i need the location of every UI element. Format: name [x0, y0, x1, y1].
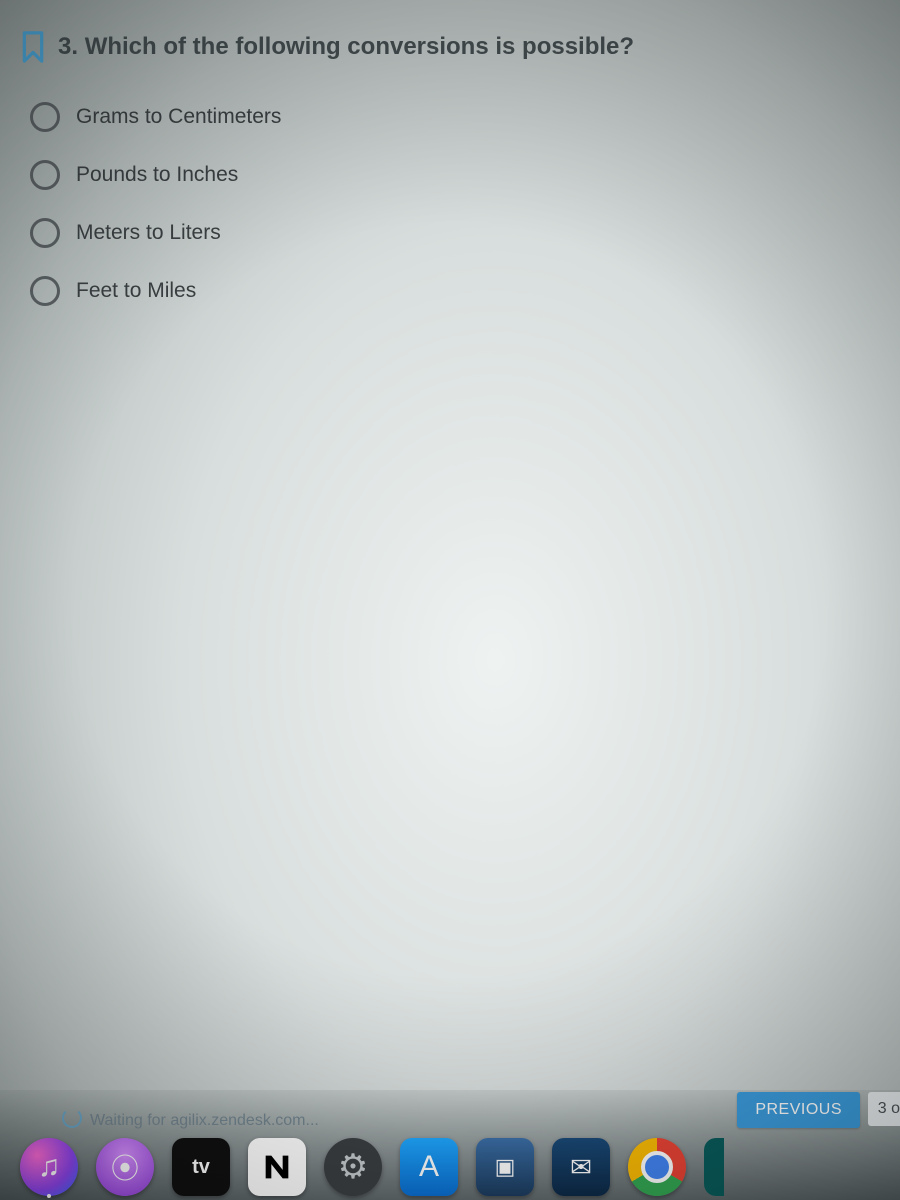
dock-item-chrome[interactable]	[628, 1138, 686, 1196]
dock-item-mail[interactable]: ✉	[552, 1138, 610, 1196]
clipped-app-icon	[704, 1138, 724, 1196]
gear-icon: ⚙	[324, 1138, 382, 1196]
radio-icon[interactable]	[30, 160, 60, 190]
question-body: Which of the following conversions is po…	[85, 33, 634, 60]
dock-item-notion[interactable]	[248, 1138, 306, 1196]
option-label: Pounds to Inches	[76, 163, 238, 187]
chrome-icon	[628, 1138, 686, 1196]
podcasts-icon: ⦿	[96, 1138, 154, 1196]
option-label: Grams to Centimeters	[76, 105, 281, 129]
option-label: Feet to Miles	[76, 279, 196, 303]
dock-item-itunes[interactable]: ♫	[20, 1138, 78, 1196]
option-3[interactable]: Feet to Miles	[30, 276, 900, 306]
question-row: 3. Which of the following conversions is…	[20, 30, 900, 64]
question-number: 3.	[58, 33, 78, 60]
mail-icon: ✉	[552, 1138, 610, 1196]
radio-icon[interactable]	[30, 218, 60, 248]
option-2[interactable]: Meters to Liters	[30, 218, 900, 248]
notion-icon	[248, 1138, 306, 1196]
appstore-icon: A	[400, 1138, 458, 1196]
radio-icon[interactable]	[30, 276, 60, 306]
appletv-label: tv	[192, 1156, 210, 1179]
quiz-content: 3. Which of the following conversions is…	[20, 30, 900, 306]
dock-item-appletv[interactable]: tv	[172, 1138, 230, 1196]
dock-item-appstore[interactable]: A	[400, 1138, 458, 1196]
previous-button[interactable]: PREVIOUS	[737, 1092, 860, 1128]
question-text: 3. Which of the following conversions is…	[58, 33, 634, 61]
dock-item-preview[interactable]: ▣	[476, 1138, 534, 1196]
status-text: Waiting for agilix.zendesk.com...	[90, 1112, 319, 1130]
options-list: Grams to Centimeters Pounds to Inches Me…	[20, 102, 900, 306]
dock-item-podcasts[interactable]: ⦿	[96, 1138, 154, 1196]
itunes-icon: ♫	[20, 1138, 78, 1196]
option-1[interactable]: Pounds to Inches	[30, 160, 900, 190]
appletv-icon: tv	[172, 1138, 230, 1196]
page-indicator: 3 o	[868, 1092, 900, 1126]
bookmark-icon[interactable]	[20, 30, 46, 64]
dock: ♫ ⦿ tv ⚙ A ▣ ✉	[20, 1138, 724, 1196]
option-0[interactable]: Grams to Centimeters	[30, 102, 900, 132]
dock-item-edge-clip[interactable]	[704, 1138, 724, 1196]
running-indicator-icon	[47, 1194, 51, 1198]
option-label: Meters to Liters	[76, 221, 221, 245]
loading-spinner-icon	[62, 1108, 82, 1128]
bottom-area: Waiting for agilix.zendesk.com... PREVIO…	[0, 1090, 900, 1200]
preview-icon: ▣	[476, 1138, 534, 1196]
radio-icon[interactable]	[30, 102, 60, 132]
dock-item-settings[interactable]: ⚙	[324, 1138, 382, 1196]
